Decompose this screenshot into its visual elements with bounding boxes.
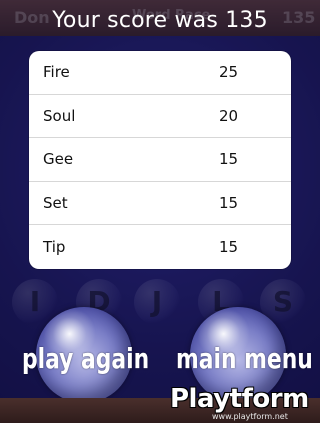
- word-label: Fire: [43, 63, 70, 82]
- word-score-row: Set 15: [29, 182, 291, 226]
- word-label: Gee: [43, 150, 74, 169]
- word-points: 15: [219, 194, 239, 213]
- word-label: Tip: [43, 238, 66, 257]
- word-score-row: Soul 20: [29, 95, 291, 139]
- word-label: Set: [43, 194, 68, 213]
- main-menu-button[interactable]: main menu: [176, 342, 313, 375]
- watermark-url: www.playtform.net: [212, 412, 288, 421]
- word-label: Soul: [43, 106, 76, 125]
- word-score-row: Fire 25: [29, 51, 291, 95]
- score-title: Your score was 135: [52, 8, 268, 33]
- word-points: 20: [219, 106, 239, 125]
- word-points: 15: [219, 238, 239, 257]
- word-score-list: Fire 25 Soul 20 Gee 15 Set 15 Tip 15: [29, 51, 291, 269]
- word-score-row: Tip 15: [29, 225, 291, 269]
- watermark-name: Playtform: [170, 384, 309, 414]
- word-score-row: Gee 15: [29, 138, 291, 182]
- word-points: 25: [219, 63, 239, 82]
- word-points: 15: [219, 150, 239, 169]
- play-again-button[interactable]: play again: [22, 342, 149, 375]
- watermark: Playtform www.playtform.net: [170, 384, 320, 423]
